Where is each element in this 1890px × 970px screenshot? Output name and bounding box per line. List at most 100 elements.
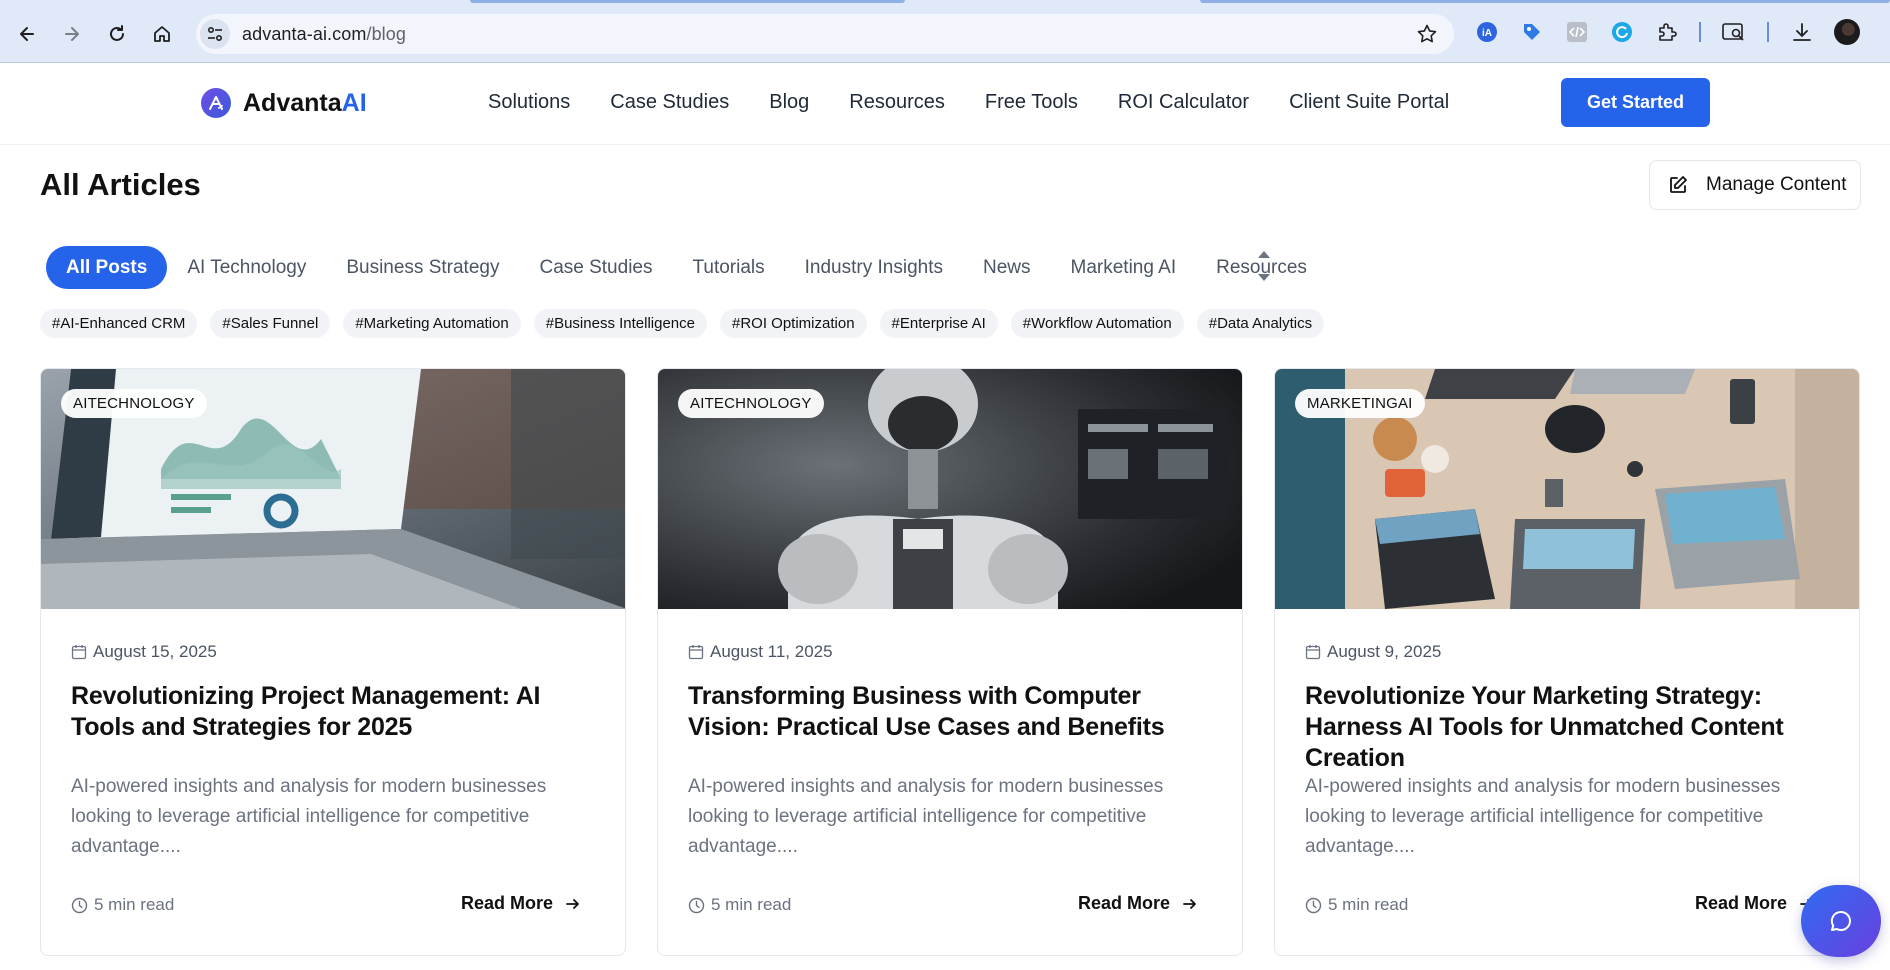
download-glyph — [1793, 23, 1811, 41]
download-icon[interactable] — [1790, 20, 1814, 44]
tune-icon — [207, 26, 223, 42]
tag-chip[interactable]: #Business Intelligence — [533, 309, 707, 338]
article-excerpt: AI-powered insights and analysis for mod… — [1305, 776, 1781, 857]
nav-free-tools[interactable]: Free Tools — [985, 91, 1078, 114]
article-card[interactable]: AITECHNOLOGY August 11, 2025 Transformin… — [657, 368, 1243, 956]
bookmark-star-icon[interactable] — [1416, 23, 1438, 45]
home-button[interactable] — [145, 17, 179, 51]
read-more-label: Read More — [1694, 893, 1787, 913]
extension-code-glyph — [1567, 22, 1587, 42]
read-more-link[interactable]: Read More — [1695, 893, 1815, 914]
home-icon — [154, 26, 170, 42]
calendar-icon — [71, 645, 87, 660]
extension-ai-glyph: iA — [1477, 22, 1497, 42]
article-date: August 11, 2025 — [688, 642, 833, 662]
article-excerpt: AI-powered insights and analysis for mod… — [71, 776, 547, 857]
category-ai-technology[interactable]: AI Technology — [167, 246, 326, 289]
read-more-label: Read More — [460, 893, 553, 913]
toolbar-separator — [1699, 22, 1701, 42]
article-excerpt: AI-powered insights and analysis for mod… — [688, 776, 1164, 857]
tag-chip[interactable]: #Data Analytics — [1196, 309, 1325, 338]
manage-content-button[interactable]: Manage Content — [1649, 160, 1861, 210]
category-badge: AITECHNOLOGY — [61, 389, 207, 418]
extension-refresh-icon[interactable] — [1610, 20, 1634, 44]
site-info-button[interactable] — [200, 19, 230, 49]
arrow-right-icon — [1183, 898, 1196, 909]
article-title[interactable]: Revolutionize Your Marketing Strategy: H… — [1305, 681, 1835, 774]
reload-button[interactable] — [100, 17, 134, 51]
tag-chip[interactable]: #ROI Optimization — [720, 309, 867, 338]
article-title[interactable]: Transforming Business with Computer Visi… — [688, 681, 1218, 743]
tab-strip-edge — [1200, 0, 1890, 3]
tag-chip[interactable]: #Workflow Automation — [1010, 309, 1184, 338]
read-more-label: Read More — [1077, 893, 1170, 913]
logo-glyph — [209, 96, 223, 110]
tag-chip[interactable]: #Sales Funnel — [210, 309, 331, 338]
nav-resources[interactable]: Resources — [849, 91, 945, 114]
tag-chip[interactable]: #Marketing Automation — [343, 309, 521, 338]
main-nav: Solutions Case Studies Blog Resources Fr… — [488, 91, 1489, 114]
clock-icon — [1305, 897, 1322, 913]
nav-solutions[interactable]: Solutions — [488, 91, 570, 114]
article-date-text: August 11, 2025 — [710, 642, 833, 661]
calendar-icon — [1305, 645, 1321, 660]
puzzle-glyph — [1659, 23, 1677, 41]
category-marketing-ai[interactable]: Marketing AI — [1051, 246, 1197, 289]
category-tutorials[interactable]: Tutorials — [672, 246, 784, 289]
read-time: 5 min read — [71, 895, 174, 915]
clock-icon — [71, 897, 88, 913]
extension-tag-glyph — [1524, 24, 1540, 40]
tab-search-glyph — [1722, 23, 1744, 41]
address-bar[interactable]: advanta-ai.com/blog — [196, 14, 1454, 54]
category-tabs: All Posts AI Technology Business Strateg… — [46, 246, 1327, 289]
article-date-text: August 15, 2025 — [93, 642, 217, 661]
article-title[interactable]: Revolutionizing Project Management: AI T… — [71, 681, 601, 743]
extensions-puzzle-icon[interactable] — [1655, 20, 1679, 44]
arrow-left-icon — [20, 27, 34, 41]
chat-bubble-icon — [1830, 910, 1851, 931]
extension-ai-icon[interactable]: iA — [1475, 20, 1499, 44]
edit-icon — [1670, 176, 1687, 193]
url-text: advanta-ai.com/blog — [242, 24, 406, 45]
category-all-posts[interactable]: All Posts — [46, 246, 168, 289]
tag-list: #AI-Enhanced CRM #Sales Funnel #Marketin… — [40, 309, 1337, 338]
tag-chip[interactable]: #AI-Enhanced CRM — [40, 309, 198, 338]
page-title: All Articles — [40, 167, 201, 202]
arrow-right-icon — [566, 898, 579, 909]
category-business-strategy[interactable]: Business Strategy — [326, 246, 519, 289]
read-time: 5 min read — [1305, 895, 1408, 915]
profile-avatar[interactable] — [1834, 19, 1860, 45]
category-news[interactable]: News — [963, 246, 1051, 289]
nav-blog[interactable]: Blog — [769, 91, 809, 114]
nav-roi-calculator[interactable]: ROI Calculator — [1118, 91, 1249, 114]
article-card[interactable]: AITECHNOLOGY August 15, 2025 Revolutioni… — [40, 368, 626, 956]
read-time-text: 5 min read — [1328, 895, 1409, 914]
nav-case-studies[interactable]: Case Studies — [610, 91, 729, 114]
reload-icon — [110, 25, 124, 41]
category-badge: AITECHNOLOGY — [678, 389, 824, 418]
article-date-text: August 9, 2025 — [1327, 642, 1442, 661]
brand-logo[interactable]: AdvantaAI — [201, 88, 367, 118]
read-more-link[interactable]: Read More — [461, 893, 581, 914]
article-date: August 9, 2025 — [1305, 642, 1441, 662]
chat-button[interactable] — [1801, 885, 1881, 957]
tab-search-icon[interactable] — [1722, 20, 1746, 44]
clock-icon — [688, 897, 705, 913]
tag-chip[interactable]: #Enterprise AI — [879, 309, 998, 338]
tab-strip-edge — [470, 0, 905, 3]
article-card[interactable]: MARKETINGAI August 9, 2025 Revolutionize… — [1274, 368, 1860, 956]
read-more-link[interactable]: Read More — [1078, 893, 1198, 914]
back-button[interactable] — [10, 17, 44, 51]
site-header: AdvantaAI Solutions Case Studies Blog Re… — [0, 63, 1890, 145]
category-case-studies[interactable]: Case Studies — [519, 246, 672, 289]
forward-button[interactable] — [55, 17, 89, 51]
url-path: /blog — [366, 23, 407, 44]
url-host: advanta-ai.com — [242, 23, 367, 44]
extension-tag-icon[interactable] — [1520, 20, 1544, 44]
category-industry-insights[interactable]: Industry Insights — [785, 246, 963, 289]
category-scroll-arrows-icon[interactable] — [1256, 246, 1272, 286]
nav-client-suite-portal[interactable]: Client Suite Portal — [1289, 91, 1449, 114]
extension-code-icon[interactable] — [1565, 20, 1589, 44]
get-started-button[interactable]: Get Started — [1561, 78, 1710, 127]
logo-icon — [201, 88, 231, 118]
